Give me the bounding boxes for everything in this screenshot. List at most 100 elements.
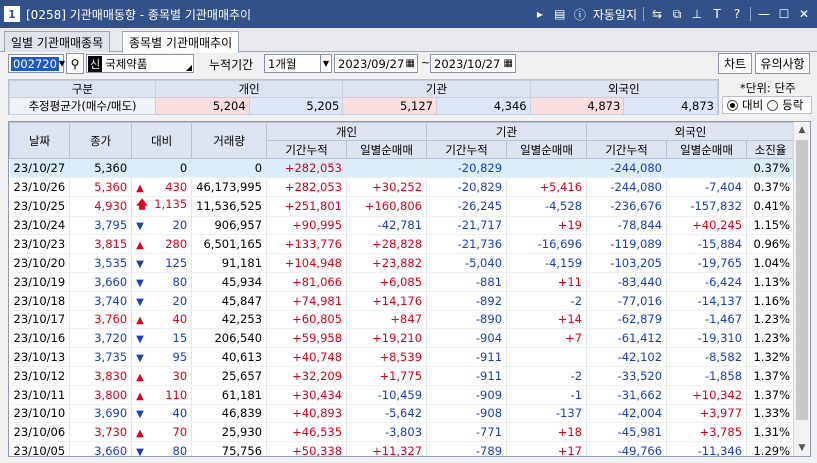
cell-inst-cum: -904 <box>426 328 508 349</box>
radio-change[interactable] <box>767 99 779 111</box>
cell-ind-cum: +30,434 <box>266 385 348 405</box>
upper-limit-arrow-icon: 🡅 <box>136 196 148 211</box>
diff-value: 40 <box>172 312 188 327</box>
chart-button[interactable]: 차트 <box>718 53 752 74</box>
scroll-thumb[interactable] <box>796 140 808 420</box>
chevron-down-icon[interactable]: ▼ <box>319 55 331 72</box>
notice-button[interactable]: 유의사항 <box>755 53 810 74</box>
cell-inst-daily: -2 <box>506 291 588 311</box>
cell-inst-cum: -911 <box>426 347 508 367</box>
tab-stock-institutional[interactable]: 종목별 기관매매추이 <box>122 31 240 53</box>
restore-icon[interactable]: ⧉ <box>670 6 684 22</box>
radio-change-label[interactable]: 등락 <box>782 97 803 113</box>
calendar-icon[interactable]: ▦ <box>406 58 417 69</box>
table-row[interactable]: 23/10/18 3,740 ▼ 20 45,847 +74,981 +14,176 -892… <box>9 291 796 311</box>
tab-daily-institutional[interactable]: 일별 기관매매종목 <box>4 31 111 52</box>
cell-ind-daily: +160,806 <box>346 196 428 217</box>
diff-value: 40 <box>172 406 188 421</box>
cell-for-cum: -236,676 <box>586 196 668 217</box>
down-arrow-icon: ▼ <box>136 447 144 457</box>
search-icon[interactable]: ⚲ <box>66 53 84 74</box>
cell-inst-cum: -21,736 <box>426 234 508 255</box>
link-icon[interactable]: ⇆ <box>650 6 664 22</box>
cell-ind-cum: +59,958 <box>266 328 348 349</box>
cell-for-cum: -45,981 <box>586 422 668 443</box>
autolog-label[interactable]: 자동일지 <box>593 6 637 23</box>
table-row[interactable]: 23/10/05 3,660 ▼ 80 75,756 +50,338 +11,327 -789… <box>9 441 796 457</box>
help-icon[interactable]: ? <box>730 6 744 22</box>
table-row[interactable]: 23/10/11 3,800 ▲ 110 61,181 +30,434 -10,459 -90… <box>9 385 796 405</box>
unit-label: *단위: 단주 <box>740 81 796 95</box>
cell-exhaust-rate: 1.29% <box>746 441 796 456</box>
table-row[interactable]: 23/10/20 3,535 ▼ 125 91,181 +104,948 +23,882 -5… <box>9 253 796 273</box>
date-to-field[interactable]: 2023/10/27 ▦ <box>430 54 516 73</box>
table-row[interactable]: 23/10/26 5,360 ▲ 430 46,173,995 +282,053 +30,2… <box>9 177 796 197</box>
vertical-scrollbar[interactable]: ▲ ▼ <box>793 122 810 456</box>
radio-diff[interactable] <box>727 99 738 111</box>
down-arrow-icon: ▼ <box>136 259 144 271</box>
maximize-icon[interactable]: ☐ <box>777 6 791 22</box>
table-row[interactable]: 23/10/06 3,730 ▲ 70 25,930 +46,535 -3,803 -771 +… <box>9 422 796 443</box>
period-select[interactable]: 1개월 ▼ <box>264 54 332 73</box>
info-icon[interactable]: ⓘ <box>573 6 587 22</box>
calendar-icon[interactable]: ▦ <box>504 58 515 69</box>
menu-icon[interactable]: ▤ <box>553 6 567 22</box>
cell-ind-daily: -10,459 <box>346 385 428 405</box>
cell-date: 23/10/26 <box>9 177 71 197</box>
table-row[interactable]: 23/10/12 3,830 ▲ 30 25,657 +32,209 +1,775 -911-… <box>9 366 796 386</box>
stock-code: 002720 <box>11 56 59 71</box>
cell-diff: ▲ 110 <box>131 385 193 405</box>
cell-close: 3,815 <box>69 234 133 255</box>
cell-close: 3,535 <box>69 253 133 273</box>
cell-exhaust-rate: 0.41% <box>746 196 796 217</box>
cell-date: 23/10/23 <box>9 234 71 255</box>
cell-volume: 206,540 <box>191 328 268 349</box>
radio-diff-label[interactable]: 대비 <box>742 97 763 113</box>
table-row[interactable]: 23/10/24 3,795 ▼ 20 906,957 +90,995 -42,781 -21… <box>9 216 796 236</box>
down-arrow-icon: ▼ <box>136 409 144 421</box>
diff-value: 1,135 <box>154 196 188 211</box>
data-grid: 날짜 종가 대비 거래량 개인 기관 외국인 기간누적 일별순매매 기간누적 일… <box>8 121 811 457</box>
stock-name-field[interactable]: 신 국제약품 ◢ <box>86 54 194 73</box>
cell-for-cum: -78,844 <box>586 216 668 236</box>
minimize-icon[interactable]: — <box>757 6 771 22</box>
cell-volume: 46,173,995 <box>191 177 268 197</box>
col-date: 날짜 <box>9 122 71 159</box>
summary-group-institution: 기관 <box>342 80 531 98</box>
arrow-right-icon[interactable]: ▸ <box>533 6 547 22</box>
table-row[interactable]: 23/10/19 3,660 ▼ 80 45,934 +81,066 +6,085 -881 +… <box>9 272 796 292</box>
cell-for-cum: -244,080 <box>586 177 668 197</box>
cell-ind-cum: +50,338 <box>266 441 348 456</box>
col-diff: 대비 <box>131 122 193 159</box>
cell-diff: ▼ 125 <box>131 253 193 273</box>
cell-ind-daily: +1,775 <box>346 366 428 386</box>
cell-diff: ▲ 30 <box>131 366 193 386</box>
pin-icon[interactable]: ⊥ <box>690 6 704 22</box>
cell-close: 3,720 <box>69 328 133 349</box>
table-row[interactable]: 23/10/25 4,930 🡅 1,135 11,536,525 +251,801 +16… <box>9 196 796 217</box>
table-row[interactable]: 23/10/27 5,360 0 0 +282,053 -20,829 -244,080 0.… <box>9 158 796 178</box>
scroll-up-icon[interactable]: ▲ <box>794 122 810 138</box>
date-from-field[interactable]: 2023/09/27 ▦ <box>334 54 418 73</box>
close-icon[interactable]: ✕ <box>797 6 811 22</box>
cell-ind-daily: +14,176 <box>346 291 428 311</box>
table-row[interactable]: 23/10/10 3,690 ▼ 40 46,839 +40,893 -5,642 -908-… <box>9 404 796 424</box>
cell-volume: 42,253 <box>191 310 268 330</box>
radio-group: 대비 등락 <box>722 96 812 114</box>
stock-code-field[interactable]: 002720 ▼ <box>8 54 65 73</box>
table-row[interactable]: 23/10/17 3,760 ▲ 40 42,253 +60,805 +847 -890 +14… <box>9 310 796 330</box>
table-row[interactable]: 23/10/16 3,720 ▼ 15 206,540 +59,958 +19,210 -90… <box>9 328 796 349</box>
up-arrow-icon: ▲ <box>136 182 144 194</box>
table-row[interactable]: 23/10/23 3,815 ▲ 280 6,501,165 +133,776 +28,82… <box>9 234 796 255</box>
text-icon[interactable]: T <box>710 6 724 22</box>
cell-exhaust-rate: 1.37% <box>746 366 796 386</box>
cell-date: 23/10/27 <box>9 158 71 178</box>
diff-value: 20 <box>172 293 188 308</box>
cell-ind-cum: +251,801 <box>266 196 348 217</box>
cell-diff: ▼ 15 <box>131 328 193 349</box>
table-row[interactable]: 23/10/13 3,735 ▼ 95 40,613 +40,748 +8,539 -911 -… <box>9 347 796 367</box>
scroll-down-icon[interactable]: ▼ <box>794 440 810 456</box>
cell-close: 3,660 <box>69 441 133 456</box>
cell-ind-cum: +40,748 <box>266 347 348 367</box>
cell-ind-daily: -5,642 <box>346 404 428 424</box>
